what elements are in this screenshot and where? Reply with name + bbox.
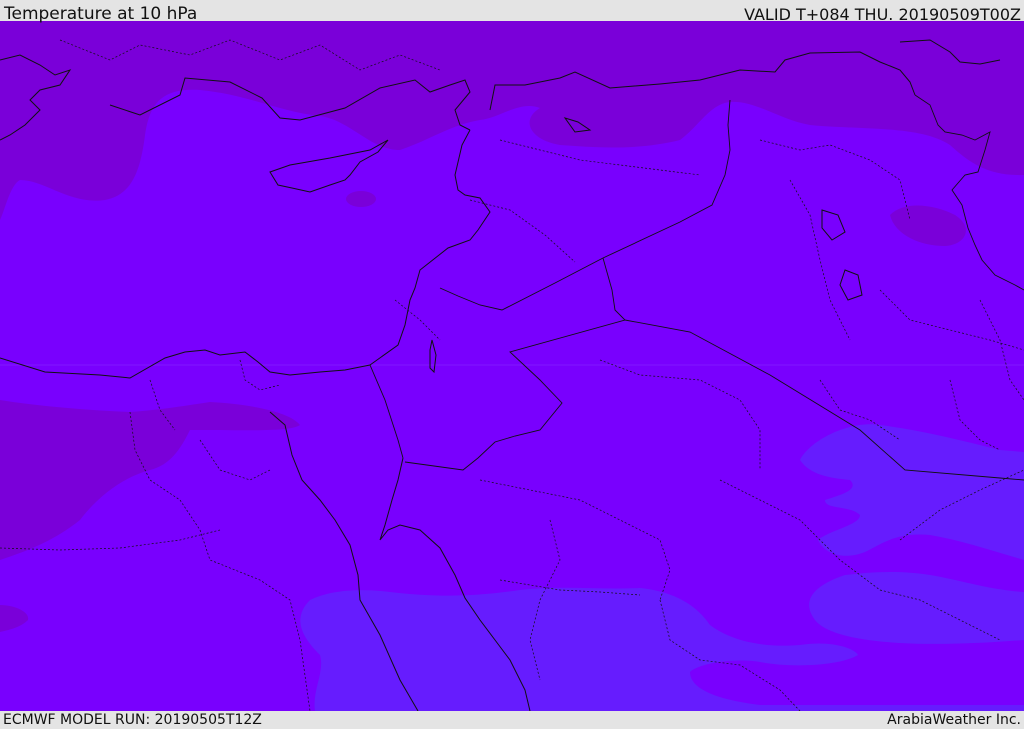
footer-bar: ECMWF MODEL RUN: 20190505T12Z ArabiaWeat… (0, 711, 1024, 729)
header-bar: Temperature at 10 hPa VALID T+084 THU. 2… (0, 0, 1024, 24)
weather-map[interactable] (0, 21, 1024, 711)
model-run-label: ECMWF MODEL RUN: 20190505T12Z (3, 712, 262, 728)
map-canvas (0, 21, 1024, 711)
valid-time-label: VALID T+084 THU. 20190509T00Z (744, 5, 1021, 24)
map-title: Temperature at 10 hPa (4, 4, 198, 24)
brand-label: ArabiaWeather Inc. (887, 712, 1021, 728)
temperature-patch-cyprus-south (346, 191, 376, 207)
